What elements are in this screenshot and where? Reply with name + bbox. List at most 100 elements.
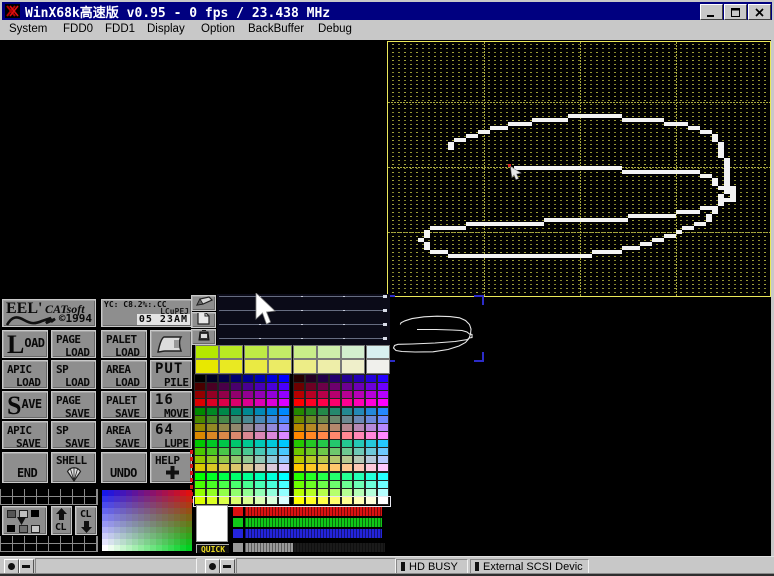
palette-color[interactable] — [195, 464, 205, 471]
palette-color[interactable] — [366, 432, 376, 439]
palette-color[interactable] — [207, 408, 217, 415]
palette-color[interactable] — [294, 416, 304, 423]
palette-color[interactable] — [255, 383, 265, 390]
pattern-slot[interactable] — [13, 489, 24, 496]
palette-color[interactable] — [267, 375, 277, 382]
palette-color[interactable] — [267, 481, 277, 488]
palette-color[interactable] — [366, 473, 376, 480]
palette-color[interactable] — [342, 481, 352, 488]
palette-color[interactable] — [255, 375, 265, 382]
palette-color[interactable] — [207, 464, 217, 471]
palette-color[interactable] — [342, 383, 352, 390]
fdd1-file-field[interactable] — [236, 558, 396, 574]
palette-color[interactable] — [306, 473, 316, 480]
palette-color[interactable] — [243, 416, 253, 423]
palette-color[interactable] — [330, 456, 340, 463]
palette-color[interactable] — [195, 473, 205, 480]
big-swatch[interactable] — [293, 345, 317, 359]
emulator-screen[interactable]: EEL'CATsoft©1994YC: C8.2%:.CCLCuPEJ05 23… — [0, 40, 771, 556]
big-swatch[interactable] — [268, 359, 292, 374]
palette-color[interactable] — [255, 473, 265, 480]
pattern-slot[interactable] — [61, 489, 72, 496]
palette-color[interactable] — [255, 448, 265, 455]
palette-color[interactable] — [243, 399, 253, 406]
palette-color[interactable] — [354, 424, 364, 431]
palette-color[interactable] — [231, 473, 241, 480]
pattern-slot[interactable] — [13, 544, 24, 551]
palette-color[interactable] — [378, 456, 388, 463]
menu-item-fdd0[interactable]: FDD0 — [63, 23, 93, 35]
palette-color[interactable] — [342, 432, 352, 439]
palette-color[interactable] — [231, 481, 241, 488]
palette-color[interactable] — [207, 481, 217, 488]
big-swatch[interactable] — [366, 345, 390, 359]
palette-color[interactable] — [267, 464, 277, 471]
palette-color[interactable] — [255, 481, 265, 488]
palette-color[interactable] — [294, 456, 304, 463]
fdd0-led-button[interactable] — [4, 559, 19, 574]
palette-color[interactable] — [342, 473, 352, 480]
menu-item-display[interactable]: Display — [147, 23, 185, 35]
palette-color[interactable] — [342, 416, 352, 423]
palette-color[interactable] — [366, 464, 376, 471]
red-slider[interactable] — [233, 507, 385, 517]
palette-color[interactable] — [267, 416, 277, 423]
pattern-slot[interactable] — [1, 536, 12, 543]
pattern-slot[interactable] — [61, 544, 72, 551]
palette-color[interactable] — [330, 399, 340, 406]
palette-color[interactable] — [195, 456, 205, 463]
palette-color[interactable] — [195, 432, 205, 439]
palette-color[interactable] — [207, 383, 217, 390]
palette-color[interactable] — [243, 473, 253, 480]
big-swatch[interactable] — [317, 345, 341, 359]
line-style-option[interactable] — [219, 338, 385, 339]
palette-color[interactable] — [231, 432, 241, 439]
palette-color[interactable] — [378, 448, 388, 455]
minimize-button[interactable] — [700, 4, 723, 20]
palette-color[interactable] — [342, 391, 352, 398]
palette-color[interactable] — [378, 383, 388, 390]
line-style-option[interactable] — [219, 324, 385, 325]
palette-color[interactable] — [306, 456, 316, 463]
pattern-slot[interactable] — [85, 489, 96, 496]
palette-color[interactable] — [219, 416, 229, 423]
palette-color[interactable] — [294, 473, 304, 480]
palette-color[interactable] — [267, 424, 277, 431]
palette-color[interactable] — [366, 375, 376, 382]
palette-color[interactable] — [207, 424, 217, 431]
page-load-button[interactable]: PAGELOAD — [51, 330, 96, 358]
palette-color[interactable] — [267, 408, 277, 415]
palette-color[interactable] — [330, 464, 340, 471]
palette-color[interactable] — [243, 383, 253, 390]
palette-color[interactable] — [219, 456, 229, 463]
palette-color[interactable] — [243, 481, 253, 488]
palette-color[interactable] — [330, 383, 340, 390]
palette-color[interactable] — [255, 456, 265, 463]
pattern-slot[interactable] — [13, 497, 24, 504]
palette-color[interactable] — [294, 424, 304, 431]
big-swatch[interactable] — [341, 345, 365, 359]
palette-color[interactable] — [318, 464, 328, 471]
fdd0-file-field[interactable] — [35, 558, 197, 574]
palette-color[interactable] — [255, 424, 265, 431]
palette-color[interactable] — [219, 391, 229, 398]
palette-color[interactable] — [279, 391, 289, 398]
cl-down-button[interactable]: CL — [75, 506, 97, 535]
palette-color[interactable] — [318, 416, 328, 423]
pattern-slot[interactable] — [49, 489, 60, 496]
palette-color[interactable] — [354, 383, 364, 390]
palette-color[interactable] — [279, 408, 289, 415]
palette-color[interactable] — [306, 481, 316, 488]
pattern-slot[interactable] — [25, 544, 36, 551]
palette-color[interactable] — [294, 375, 304, 382]
pattern-slot[interactable] — [25, 497, 36, 504]
palette-color[interactable] — [366, 408, 376, 415]
palette-color[interactable] — [294, 464, 304, 471]
palette-color[interactable] — [378, 424, 388, 431]
palette-color[interactable] — [219, 399, 229, 406]
pattern-slot[interactable] — [37, 544, 48, 551]
palette-color[interactable] — [231, 375, 241, 382]
palette-color[interactable] — [279, 399, 289, 406]
palette-color[interactable] — [231, 440, 241, 447]
big-swatch[interactable] — [293, 359, 317, 374]
